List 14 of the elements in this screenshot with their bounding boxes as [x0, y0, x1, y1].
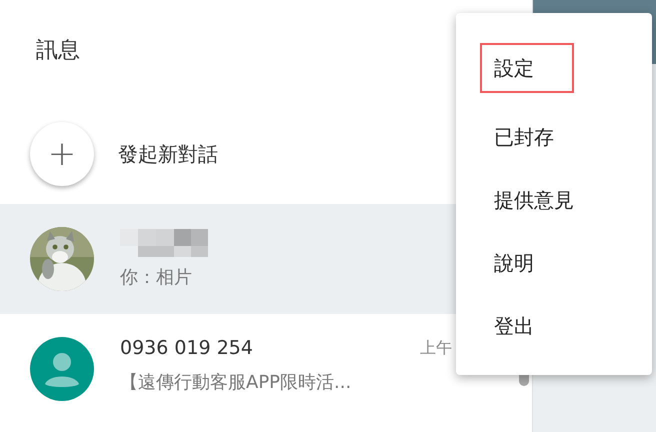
contact-name: 0936 019 254 [120, 337, 253, 359]
message-preview: 【遠傳行動客服APP限時活... [120, 371, 352, 394]
menu-item[interactable]: 登出 [456, 295, 652, 358]
message-time: 上午 [420, 338, 452, 358]
menu-item[interactable]: 提供意見 [456, 169, 652, 232]
contact-avatar-icon [30, 337, 94, 401]
new-conversation-button[interactable]: + [30, 122, 94, 186]
page-title: 訊息 [36, 37, 80, 65]
menu-item[interactable]: 已封存 [456, 106, 652, 169]
conversation-item[interactable]: 0936 019 254 上午 【遠傳行動客服APP限時活... [0, 314, 452, 424]
menu-item[interactable]: 說明 [456, 232, 652, 295]
message-preview: 你：相片 [120, 266, 193, 289]
menu-item[interactable]: 設定 [480, 43, 574, 93]
new-conversation-label[interactable]: 發起新對話 [118, 140, 218, 168]
